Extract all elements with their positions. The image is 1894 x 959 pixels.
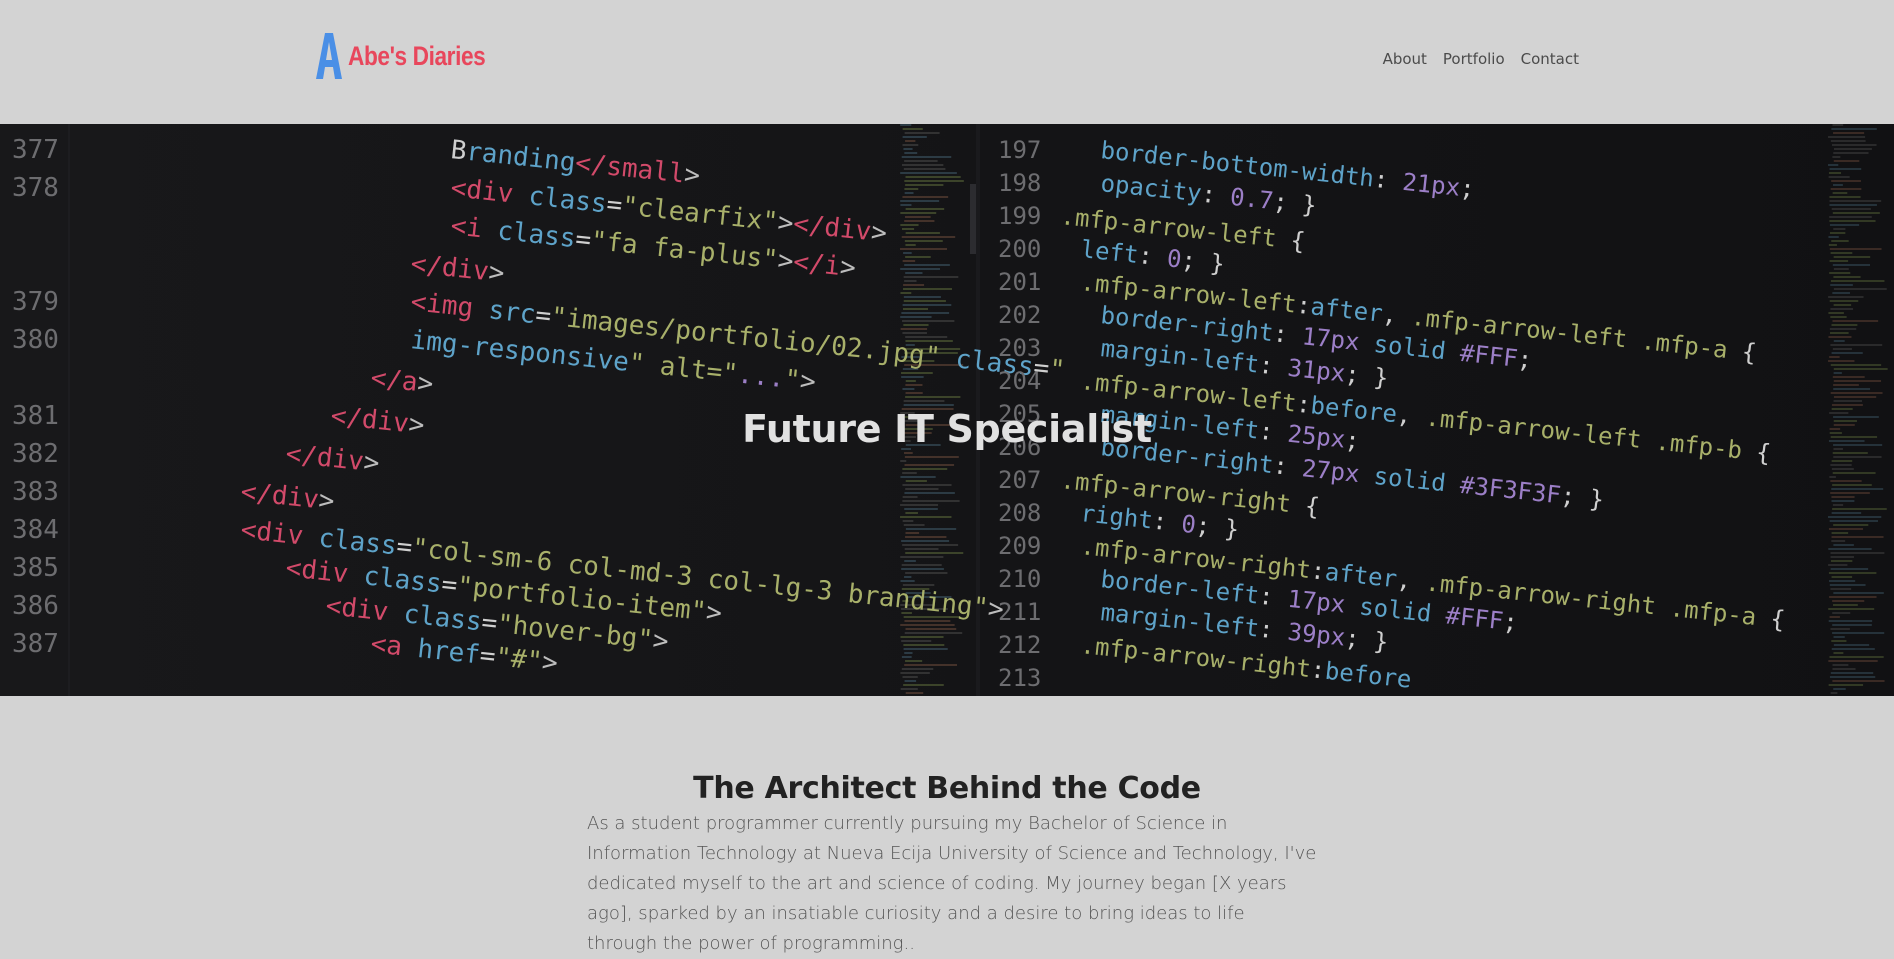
nav-link-portfolio[interactable]: Portfolio (1443, 50, 1505, 68)
line-number: 384 (12, 515, 59, 545)
line-number: 201 (998, 268, 1041, 296)
hero-banner: 377 Branding</small> 378 <div class="clearf… (0, 124, 1894, 696)
navbar: Abe's Diaries About Portfolio Contact (0, 0, 1894, 124)
line-number: 199 (998, 202, 1041, 230)
line-number: 204 (998, 367, 1041, 395)
line-number: 386 (12, 591, 59, 621)
line-number: 379 (12, 287, 59, 317)
brand-name: Abe's Diaries (348, 40, 486, 71)
hero-title: Future IT Specialist (742, 407, 1152, 452)
nav-menu: About Portfolio Contact (1383, 50, 1579, 68)
line-number: 202 (998, 301, 1041, 329)
about-paragraph: As a student programmer currently pursui… (587, 813, 1317, 954)
line-number: 387 (12, 629, 59, 659)
about-section: The Architect Behind the Code As a stude… (0, 696, 1894, 954)
brand-a-icon (316, 33, 342, 79)
brand-logo-link[interactable]: Abe's Diaries (316, 32, 512, 80)
line-number: 197 (998, 136, 1041, 164)
line-number: 213 (998, 664, 1041, 692)
about-heading: The Architect Behind the Code (693, 770, 1201, 806)
nav-link-contact[interactable]: Contact (1521, 50, 1579, 68)
nav-link-about[interactable]: About (1383, 50, 1427, 68)
line-number: 198 (998, 169, 1041, 197)
line-number: 209 (998, 532, 1041, 560)
line-number: 378 (12, 173, 59, 203)
line-number: 383 (12, 477, 59, 507)
line-number: 203 (998, 334, 1041, 362)
line-number: 377 (12, 135, 59, 165)
line-number: 385 (12, 553, 59, 583)
line-number: 211 (998, 598, 1041, 626)
line-number: 212 (998, 631, 1041, 659)
line-number: 208 (998, 499, 1041, 527)
line-number: 207 (998, 466, 1041, 494)
line-number: 210 (998, 565, 1041, 593)
line-number: 380 (12, 325, 59, 355)
line-number: 200 (998, 235, 1041, 263)
